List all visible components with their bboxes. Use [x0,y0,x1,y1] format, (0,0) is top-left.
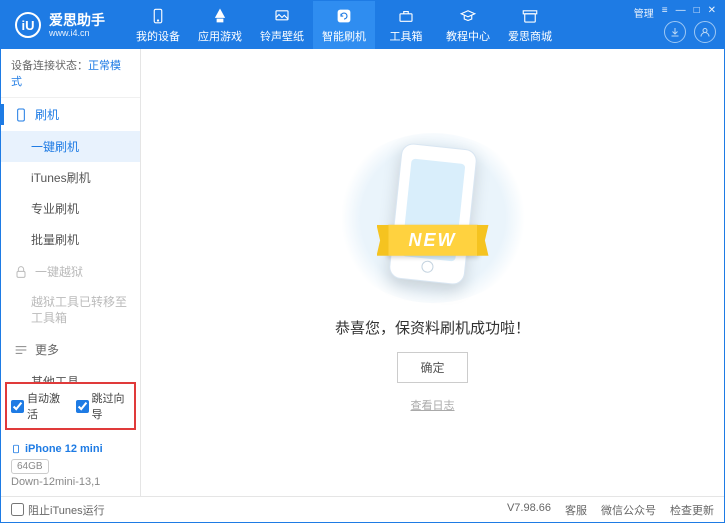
titlebar-right: 管理 ≡ — □ ✕ [634,1,716,49]
connection-status: 设备连接状态：正常模式 [1,49,140,98]
sidebar-item-itunes[interactable]: iTunes刷机 [1,162,140,193]
device-model: Down-12mini-13,1 [11,476,130,488]
wallpaper-icon [273,7,291,25]
phone-icon [11,442,21,456]
version-label: V7.98.66 [507,502,551,518]
list-icon [13,342,29,358]
nav-toolbox[interactable]: 工具箱 [375,1,437,49]
device-name: iPhone 12 mini [11,442,130,456]
user-button[interactable] [694,21,716,43]
cb-skip-guide[interactable]: 跳过向导 [76,390,131,422]
app-url: www.i4.cn [49,28,105,38]
nav-label: 爱思商城 [508,28,552,44]
success-message: 恭喜您，保资料刷机成功啦！ [335,317,530,338]
new-ribbon: NEW [387,225,479,256]
cb-label: 跳过向导 [92,390,131,422]
block-itunes-label: 阻止iTunes运行 [28,502,105,518]
sidebar-item-pro[interactable]: 专业刷机 [1,193,140,224]
store-icon [521,7,539,25]
storage-badge: 64GB [11,459,49,474]
status-bar: 阻止iTunes运行 V7.98.66 客服 微信公众号 检查更新 [1,496,724,522]
nav-label: 我的设备 [136,28,180,44]
nav-ringtones[interactable]: 铃声壁纸 [251,1,313,49]
logo-area: iU 爱思助手 www.i4.cn [1,1,119,49]
logo-icon: iU [15,12,41,38]
block-itunes[interactable]: 阻止iTunes运行 [11,502,105,518]
ok-button[interactable]: 确定 [397,352,467,383]
device-name-text: iPhone 12 mini [25,443,103,455]
device-panel[interactable]: iPhone 12 mini 64GB Down-12mini-13,1 [1,436,140,496]
download-button[interactable] [664,21,686,43]
block-itunes-input[interactable] [11,503,24,516]
wechat-link[interactable]: 微信公众号 [601,502,656,518]
app-window: iU 爱思助手 www.i4.cn 我的设备 应用游戏 铃声壁纸 智能刷机 [0,0,725,523]
nav-label: 教程中心 [446,28,490,44]
lock-icon [13,264,29,280]
toolbox-icon [397,7,415,25]
view-log-link[interactable]: 查看日志 [411,397,455,413]
nav-label: 铃声壁纸 [260,28,304,44]
group-label: 更多 [35,341,59,358]
main-content: NEW 恭喜您，保资料刷机成功啦！ 确定 查看日志 [141,49,724,496]
phone-icon [149,7,167,25]
cb-skip-guide-input[interactable] [76,400,89,413]
group-label: 一键越狱 [35,263,83,280]
group-jailbreak[interactable]: 一键越狱 [1,255,140,288]
group-flash[interactable]: 刷机 [1,98,140,131]
nav-label: 工具箱 [390,28,423,44]
app-name: 爱思助手 [49,12,105,28]
phone-icon [13,107,29,123]
checkbox-row: 自动激活 跳过向导 [5,382,136,430]
titlebar: iU 爱思助手 www.i4.cn 我的设备 应用游戏 铃声壁纸 智能刷机 [1,1,724,49]
sidebar-item-oneclick[interactable]: 一键刷机 [1,131,140,162]
apps-icon [211,7,229,25]
success-illustration: NEW [333,133,533,303]
nav-label: 应用游戏 [198,28,242,44]
conn-label: 设备连接状态： [11,60,88,72]
nav-tutorials[interactable]: 教程中心 [437,1,499,49]
maximize-button[interactable]: □ [694,5,700,20]
menu-button[interactable]: ≡ [662,5,668,20]
update-link[interactable]: 检查更新 [670,502,714,518]
body: 设备连接状态：正常模式 刷机 一键刷机 iTunes刷机 专业刷机 批量刷机 一… [1,49,724,496]
support-link[interactable]: 客服 [565,502,587,518]
lang-button[interactable]: 管理 [634,5,654,20]
graduation-icon [459,7,477,25]
window-controls: 管理 ≡ — □ ✕ [634,5,716,20]
user-icon [699,26,711,38]
cb-auto-activate-input[interactable] [11,400,24,413]
close-button[interactable]: ✕ [708,5,716,20]
refresh-icon [335,7,353,25]
jailbreak-note: 越狱工具已转移至工具箱 [1,288,140,333]
cb-label: 自动激活 [27,390,66,422]
nav-my-device[interactable]: 我的设备 [127,1,189,49]
nav-label: 智能刷机 [322,28,366,44]
sidebar-item-batch[interactable]: 批量刷机 [1,224,140,255]
group-more[interactable]: 更多 [1,333,140,366]
nav-flash[interactable]: 智能刷机 [313,1,375,49]
nav-store[interactable]: 爱思商城 [499,1,561,49]
cb-auto-activate[interactable]: 自动激活 [11,390,66,422]
download-icon [669,26,681,38]
sidebar-item-other[interactable]: 其他工具 [1,366,140,382]
group-label: 刷机 [35,106,59,123]
sidebar: 设备连接状态：正常模式 刷机 一键刷机 iTunes刷机 专业刷机 批量刷机 一… [1,49,141,496]
minimize-button[interactable]: — [676,5,686,20]
nav-apps[interactable]: 应用游戏 [189,1,251,49]
